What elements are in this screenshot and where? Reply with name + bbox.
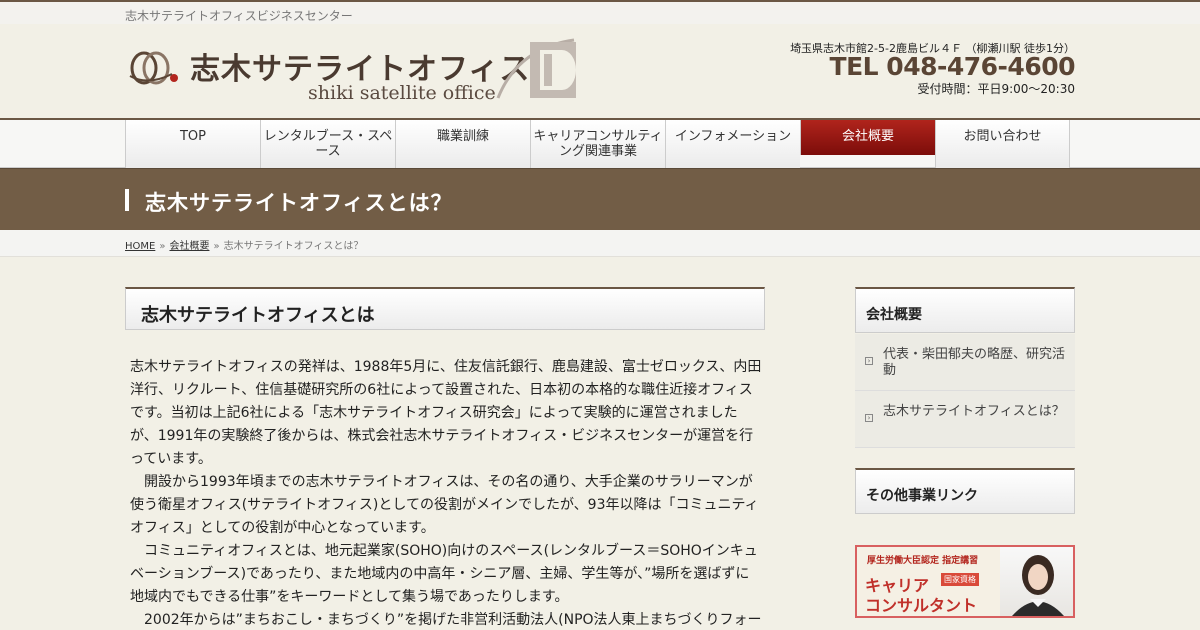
breadcrumb: HOME» 会社概要» 志木サテライトオフィスとは？ [0, 230, 1200, 257]
career-consultant-banner[interactable]: 厚生労働大臣認定 指定講習 キャリア 国家資格 コンサルタント [855, 545, 1075, 618]
sidebar-heading-other: その他事業リンク [866, 488, 978, 504]
nav-item-company[interactable]: 会社概要 [800, 120, 935, 155]
business-hours: 受付時間：平日9:00～20:30 [917, 82, 1075, 96]
breadcrumb-parent[interactable]: 会社概要 [169, 241, 209, 252]
nav-item-information[interactable]: インフォメーション [665, 120, 800, 168]
sidebar-link-profile[interactable]: › 代表・柴田郁夫の略歴、研究活動 [855, 334, 1075, 391]
arrow-right-icon: › [865, 357, 873, 365]
breadcrumb-home[interactable]: HOME [125, 241, 155, 252]
nav-item-top[interactable]: TOP [125, 120, 260, 168]
arrow-right-icon: › [865, 414, 873, 422]
main-nav: TOP レンタルブース・スペース 職業訓練 キャリアコンサルティング関連事業 イ… [0, 118, 1200, 168]
content-paragraph: 2002年からは”まちおこし・まちづくり”を掲げた非営利活動法人(NPO法人東上… [130, 612, 762, 628]
sidebar-link-about[interactable]: › 志木サテライトオフィスとは？ [855, 391, 1075, 448]
content-paragraph: 開設から1993年頃までの志木サテライトオフィスは、その名の通り、大手企業のサラ… [130, 474, 759, 536]
logo-sub-text: shiki satellite office [308, 82, 496, 104]
banner-small-text: 厚生労働大臣認定 指定講習 [867, 556, 979, 566]
main-heading: 志木サテライトオフィスとは [141, 305, 375, 326]
logo-rings-icon [129, 51, 178, 85]
sidebar-heading-company: 会社概要 [866, 307, 922, 323]
nav-item-career[interactable]: キャリアコンサルティング関連事業 [530, 120, 665, 168]
page-title: 志木サテライトオフィスとは？ [145, 191, 453, 215]
sidebar-section-company: 会社概要 [855, 287, 1075, 333]
site-logo[interactable]: 志木サテライトオフィス shiki satellite office [128, 38, 578, 106]
top-bar: 志木サテライトオフィスビジネスセンター [0, 0, 1200, 24]
banner-photo [1000, 547, 1073, 616]
content-paragraph: 志木サテライトオフィスの発祥は、1988年5月に、住友信託銀行、鹿島建設、富士ゼ… [130, 359, 762, 467]
banner-line2: コンサルタント [865, 596, 978, 615]
banner-accent [125, 189, 129, 211]
nav-item-contact[interactable]: お問い合わせ [935, 120, 1070, 168]
page-banner: 志木サテライトオフィスとは？ [0, 168, 1200, 230]
phone-number[interactable]: TEL 048-476-4600 [830, 52, 1076, 81]
sidebar-section-other: その他事業リンク [855, 468, 1075, 514]
main-heading-box: 志木サテライトオフィスとは [125, 287, 765, 330]
breadcrumb-current: 志木サテライトオフィスとは？ [223, 241, 364, 252]
site-tagline: 志木サテライトオフィスビジネスセンター [125, 9, 353, 23]
site-header: 志木サテライトオフィス shiki satellite office 埼玉県志木… [0, 24, 1200, 118]
nav-item-rental[interactable]: レンタルブース・スペース [260, 120, 395, 168]
sidebar-link-label: 志木サテライトオフィスとは？ [883, 404, 1065, 419]
breadcrumb-sep: » [159, 241, 166, 252]
nav-item-training[interactable]: 職業訓練 [395, 120, 530, 168]
logo-mark-icon [496, 38, 576, 99]
banner-text-area: 厚生労働大臣認定 指定講習 キャリア 国家資格 コンサルタント [857, 547, 1000, 616]
person-photo-icon [1012, 555, 1064, 616]
breadcrumb-sep: » [213, 241, 220, 252]
main-content: 志木サテライトオフィスの発祥は、1988年5月に、住友信託銀行、鹿島建設、富士ゼ… [130, 356, 762, 630]
sidebar-link-label: 代表・柴田郁夫の略歴、研究活動 [883, 347, 1066, 378]
banner-badge: 国家資格 [941, 573, 979, 586]
content-paragraph: コミュニティオフィスとは、地元起業家(SOHO)向けのスペース(レンタルブース＝… [130, 543, 758, 605]
sidebar-company-links: › 代表・柴田郁夫の略歴、研究活動 › 志木サテライトオフィスとは？ [855, 334, 1075, 448]
